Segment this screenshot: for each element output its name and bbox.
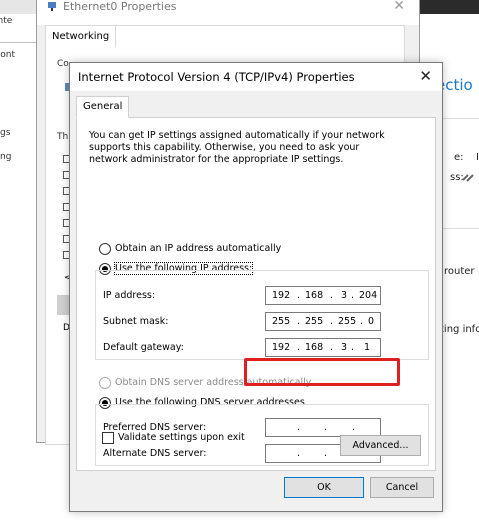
- window-title: Ethernet0 Properties: [63, 0, 177, 13]
- ip-dot: .: [330, 316, 334, 327]
- ip-octet: 3: [341, 342, 348, 353]
- ok-button[interactable]: OK: [284, 477, 364, 498]
- highlight-box: [244, 358, 400, 386]
- ipv4-properties-dialog: Internet Protocol Version 4 (TCP/IPv4) P…: [69, 62, 443, 512]
- default-gateway-label: Default gateway:: [103, 342, 184, 353]
- ip-dot: .: [351, 290, 355, 301]
- link-icon: [462, 174, 474, 182]
- ip-dot: .: [297, 290, 301, 301]
- obtain-ip-auto-label[interactable]: Obtain an IP address automatically: [115, 243, 281, 254]
- subnet-mask-field[interactable]: 255 . 255 . 255 . 0: [265, 312, 381, 331]
- ip-dot: .: [330, 342, 334, 353]
- ip-dot: .: [352, 422, 356, 433]
- ip-dot: .: [324, 422, 328, 433]
- ip-octet: 255: [272, 316, 291, 327]
- ip-dot: .: [324, 448, 328, 459]
- connect-using-label: Co: [57, 59, 69, 69]
- cancel-button[interactable]: Cancel: [370, 477, 434, 498]
- close-icon[interactable]: ✕: [393, 0, 405, 14]
- network-adapter-icon: [48, 2, 56, 11]
- ip-octet: 192: [272, 342, 291, 353]
- alternate-dns-label: Alternate DNS server:: [103, 448, 207, 459]
- ip-address-field[interactable]: 192 . 168 . 3 . 204: [265, 286, 381, 305]
- subnet-mask-label: Subnet mask:: [103, 316, 169, 327]
- advanced-button[interactable]: Advanced...: [340, 435, 421, 456]
- background-text: router: [444, 266, 475, 277]
- background-side-item: gs: [0, 128, 11, 138]
- close-icon[interactable]: ✕: [419, 67, 432, 85]
- ip-octet: 255: [338, 316, 357, 327]
- obtain-ip-auto-radio[interactable]: [99, 243, 111, 255]
- items-label: Th: [57, 132, 69, 142]
- background-text: ting info: [440, 324, 479, 335]
- background-text: e:: [454, 152, 464, 163]
- ip-dot: .: [297, 342, 301, 353]
- ip-dot: .: [297, 316, 301, 327]
- general-tab-page: You can get IP settings assigned automat…: [76, 117, 436, 471]
- ip-dot: .: [297, 422, 301, 433]
- ip-dot: .: [351, 342, 355, 353]
- ip-octet: 168: [305, 342, 324, 353]
- ip-octet: 0: [368, 316, 375, 327]
- tab-networking[interactable]: Networking: [45, 25, 117, 47]
- ip-octet: 3: [341, 290, 348, 301]
- validate-checkbox[interactable]: [102, 432, 114, 444]
- ip-octet: 204: [359, 290, 378, 301]
- ip-dot: .: [330, 290, 334, 301]
- intro-text: You can get IP settings assigned automat…: [89, 130, 385, 165]
- obtain-dns-auto-radio[interactable]: [99, 377, 111, 389]
- ip-dot: .: [297, 448, 301, 459]
- ip-octet: 255: [305, 316, 324, 327]
- validate-label[interactable]: Validate settings upon exit: [118, 432, 245, 443]
- ip-octet: 168: [305, 290, 324, 301]
- background-side-item: ng: [0, 152, 12, 162]
- dialog-title: Internet Protocol Version 4 (TCP/IPv4) P…: [78, 70, 355, 84]
- background-tab-label: Cont: [0, 50, 16, 60]
- tab-general[interactable]: General: [76, 96, 130, 118]
- ip-dot: .: [360, 316, 364, 327]
- ip-octet: 1: [364, 342, 371, 353]
- default-gateway-field[interactable]: 192 . 168 . 3 . 1: [265, 338, 381, 357]
- ip-octet: 192: [272, 290, 291, 301]
- ip-address-label: IP address:: [103, 290, 156, 301]
- background-tab: ente: [0, 16, 13, 26]
